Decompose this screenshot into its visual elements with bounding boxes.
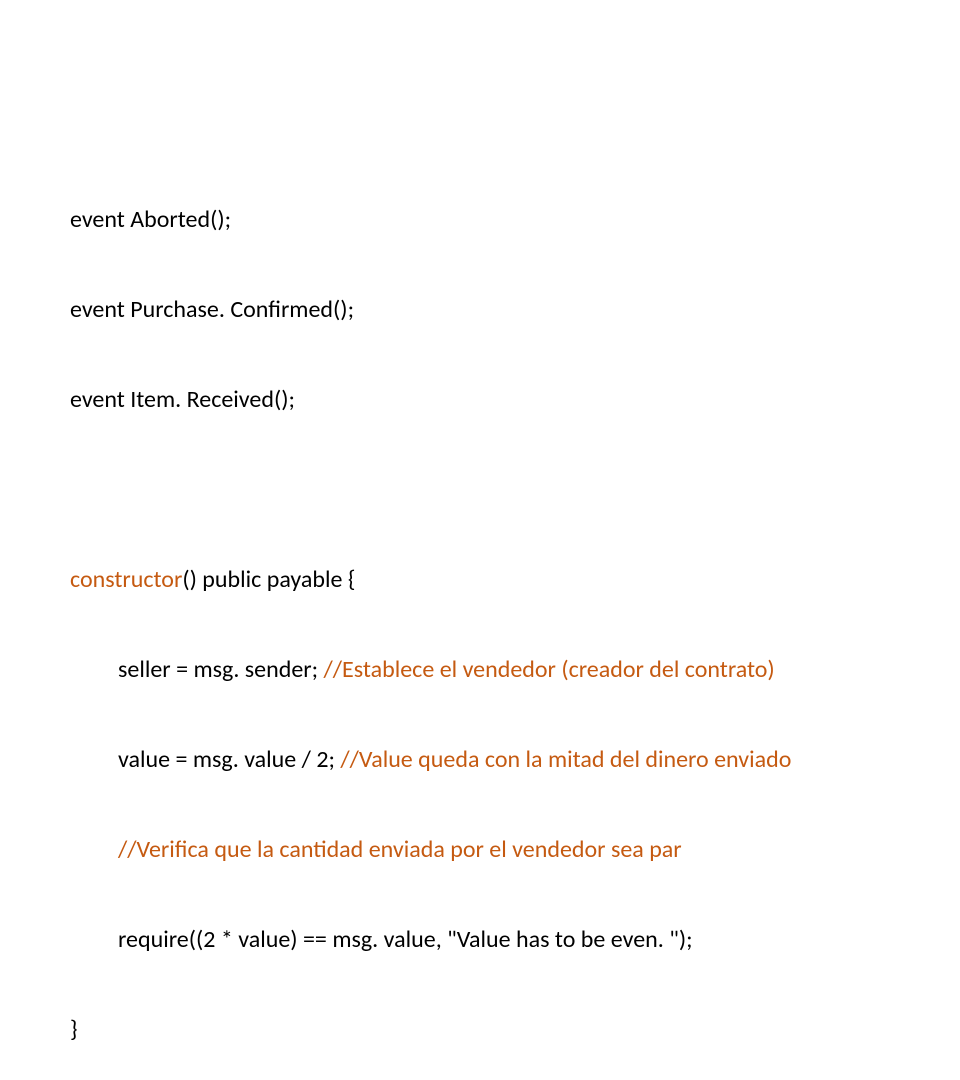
spacer bbox=[70, 475, 890, 505]
events-block: event Aborted(); event Purchase. Confirm… bbox=[70, 145, 890, 475]
code-line: event Aborted(); bbox=[70, 205, 890, 235]
code-text: require((2 * value) == msg. value, "Valu… bbox=[118, 925, 693, 954]
code-line: } bbox=[70, 1015, 890, 1045]
code-line: seller = msg. sender; //Establece el ven… bbox=[70, 655, 890, 685]
code-comment: //Establece el vendedor (creador del con… bbox=[324, 655, 775, 684]
code-line: event Item. Received(); bbox=[70, 385, 890, 415]
code-text: value = msg. value / 2; bbox=[118, 745, 340, 774]
code-text: seller = msg. sender; bbox=[118, 655, 324, 684]
code-text: () public payable { bbox=[182, 565, 355, 594]
slide: event Aborted(); event Purchase. Confirm… bbox=[0, 0, 960, 540]
code-comment: //Value queda con la mitad del dinero en… bbox=[340, 745, 791, 774]
code-line: require((2 * value) == msg. value, "Valu… bbox=[70, 925, 890, 955]
code-line: //Verifica que la cantidad enviada por e… bbox=[70, 835, 890, 865]
keyword-constructor: constructor bbox=[70, 565, 182, 594]
code-line: constructor() public payable { bbox=[70, 565, 890, 595]
code-line: event Purchase. Confirmed(); bbox=[70, 295, 890, 325]
constructor-block: constructor() public payable { seller = … bbox=[70, 505, 890, 1080]
code-line: value = msg. value / 2; //Value queda co… bbox=[70, 745, 890, 775]
code-comment: //Verifica que la cantidad enviada por e… bbox=[118, 835, 682, 864]
